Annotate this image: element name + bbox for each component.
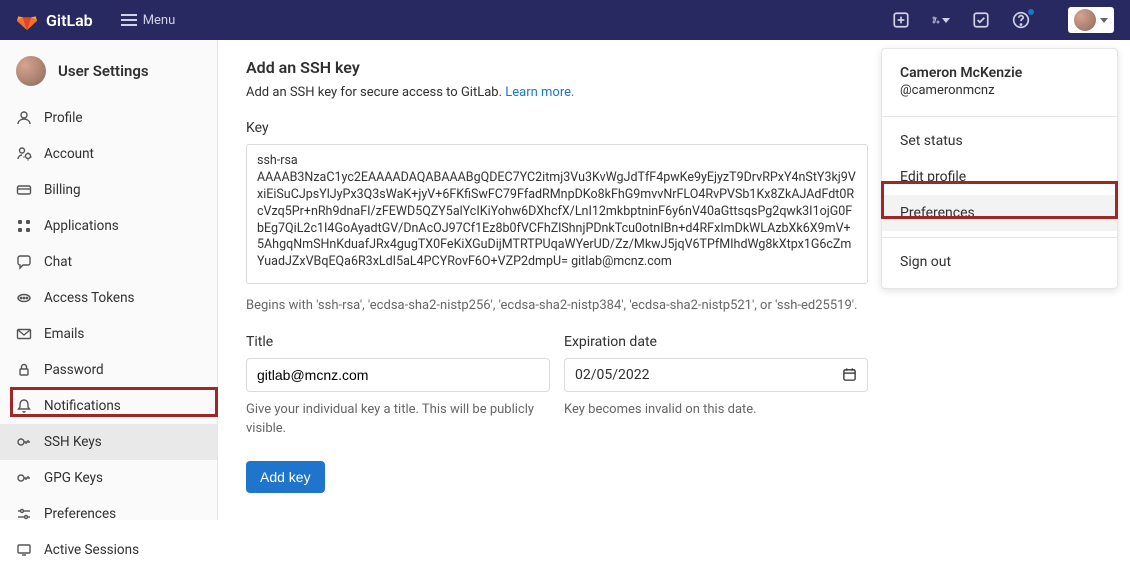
avatar-icon: [1074, 9, 1096, 31]
sidebar-item-active-sessions[interactable]: Active Sessions: [0, 532, 217, 568]
ssh-key-textarea[interactable]: [246, 144, 868, 284]
top-navbar: GitLab Menu: [0, 0, 1130, 40]
key-hint: Begins with 'ssh-rsa', 'ecdsa-sha2-nistp…: [246, 296, 868, 316]
email-icon: [16, 326, 32, 342]
merge-requests-icon[interactable]: [932, 11, 950, 29]
todos-icon[interactable]: [972, 11, 990, 29]
key-icon: [16, 434, 32, 450]
expiration-hint: Key becomes invalid on this date.: [564, 400, 868, 420]
logo-group[interactable]: GitLab: [16, 9, 93, 31]
menu-button[interactable]: Menu: [121, 13, 176, 28]
gitlab-logo-icon: [16, 9, 38, 31]
title-input[interactable]: [246, 358, 550, 392]
billing-icon: [16, 182, 32, 198]
sidebar-item-gpg-keys[interactable]: GPG Keys: [0, 460, 217, 496]
sidebar-title: User Settings: [58, 62, 149, 80]
hamburger-icon: [121, 19, 137, 21]
user-menu-button[interactable]: [1068, 7, 1114, 33]
dropdown-sign-out[interactable]: Sign out: [882, 244, 1117, 280]
user-avatar-icon: [16, 56, 46, 86]
applications-icon: [16, 218, 32, 234]
add-key-button[interactable]: Add key: [246, 461, 325, 493]
sidebar-item-billing[interactable]: Billing: [0, 172, 217, 208]
sidebar-item-notifications[interactable]: Notifications: [0, 388, 217, 424]
page-description: Add an SSH key for secure access to GitL…: [246, 85, 868, 100]
dropdown-edit-profile[interactable]: Edit profile: [882, 159, 1117, 195]
expiration-input[interactable]: 02/05/2022: [564, 358, 868, 392]
bell-icon: [16, 398, 32, 414]
help-icon[interactable]: [1012, 11, 1030, 29]
sidebar-item-preferences[interactable]: Preferences: [0, 496, 217, 532]
key-icon: [16, 470, 32, 486]
profile-icon: [16, 110, 32, 126]
dropdown-preferences[interactable]: Preferences: [882, 195, 1117, 231]
sidebar-item-ssh-keys[interactable]: SSH Keys: [0, 424, 217, 460]
key-label: Key: [246, 120, 868, 136]
sidebar: User Settings Profile Account Billing Ap…: [0, 40, 218, 520]
expiration-label: Expiration date: [564, 334, 868, 350]
dropdown-set-status[interactable]: Set status: [882, 123, 1117, 159]
menu-label: Menu: [143, 13, 176, 28]
sidebar-item-access-tokens[interactable]: Access Tokens: [0, 280, 217, 316]
account-icon: [16, 146, 32, 162]
sidebar-item-chat[interactable]: Chat: [0, 244, 217, 280]
user-dropdown: Cameron McKenzie @cameronmcnz Set status…: [881, 48, 1118, 289]
sidebar-item-emails[interactable]: Emails: [0, 316, 217, 352]
chat-icon: [16, 254, 32, 270]
sidebar-item-profile[interactable]: Profile: [0, 100, 217, 136]
token-icon: [16, 290, 32, 306]
sidebar-item-password[interactable]: Password: [0, 352, 217, 388]
learn-more-link[interactable]: Learn more.: [505, 85, 574, 100]
page-title: Add an SSH key: [246, 58, 868, 77]
brand-name: GitLab: [46, 11, 93, 30]
sidebar-item-account[interactable]: Account: [0, 136, 217, 172]
chevron-down-icon: [1100, 18, 1108, 23]
sidebar-item-applications[interactable]: Applications: [0, 208, 217, 244]
dropdown-user-name: Cameron McKenzie: [900, 65, 1099, 81]
calendar-icon: [842, 367, 857, 382]
title-hint: Give your individual key a title. This w…: [246, 400, 550, 439]
monitor-icon: [16, 542, 32, 558]
lock-icon: [16, 362, 32, 378]
dropdown-user-handle: @cameronmcnz: [900, 83, 1099, 98]
create-icon[interactable]: [892, 11, 910, 29]
sidebar-header: User Settings: [0, 52, 217, 100]
title-label: Title: [246, 334, 550, 350]
